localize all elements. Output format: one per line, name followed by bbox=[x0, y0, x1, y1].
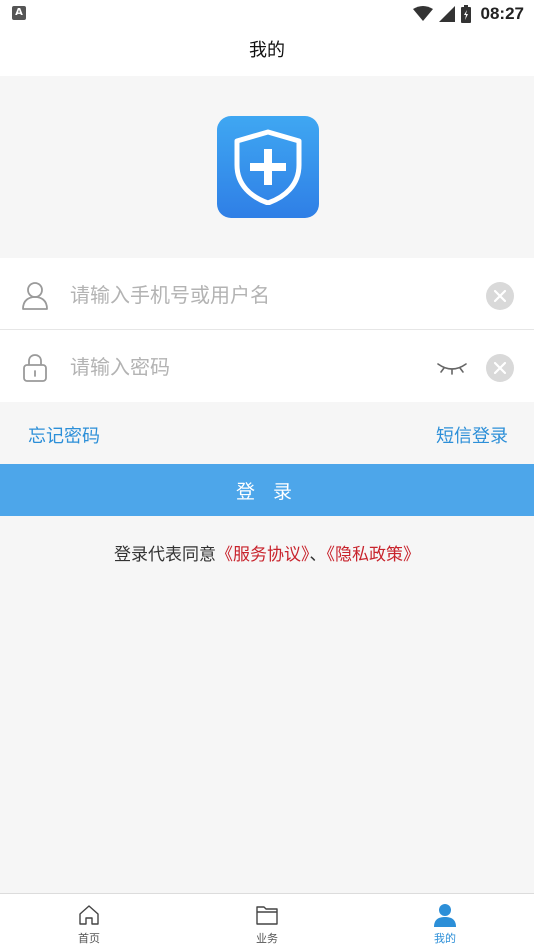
tab-mine-label: 我的 bbox=[434, 932, 456, 945]
status-bar: A 08:27 bbox=[0, 0, 534, 28]
app-logo bbox=[217, 116, 319, 218]
user-icon bbox=[434, 904, 456, 927]
agreement-separator: 、 bbox=[309, 545, 327, 565]
battery-icon bbox=[460, 5, 471, 23]
notification-badge: A bbox=[12, 6, 26, 20]
password-row bbox=[0, 330, 534, 402]
shield-plus-icon bbox=[234, 129, 302, 205]
status-time: 08:27 bbox=[480, 4, 524, 23]
auth-links: 忘记密码 短信登录 bbox=[0, 402, 534, 464]
toggle-password-visibility-button[interactable] bbox=[436, 356, 468, 378]
close-icon bbox=[494, 362, 506, 374]
tab-home[interactable]: 首页 bbox=[0, 894, 178, 950]
agreement-text: 登录代表同意《服务协议》、《隐私政策》 bbox=[0, 540, 534, 565]
password-input[interactable] bbox=[70, 350, 410, 384]
service-agreement-link[interactable]: 《服务协议》 bbox=[216, 545, 310, 565]
login-form bbox=[0, 258, 534, 402]
status-icons: 08:27 bbox=[412, 3, 524, 25]
sms-login-link[interactable]: 短信登录 bbox=[436, 422, 508, 448]
agreement-prefix: 登录代表同意 bbox=[114, 545, 216, 565]
bottom-tab-bar: 首页 业务 我的 bbox=[0, 893, 534, 950]
clear-password-button[interactable] bbox=[486, 354, 514, 382]
user-icon bbox=[22, 282, 48, 310]
username-input[interactable] bbox=[70, 278, 410, 312]
eye-closed-icon bbox=[437, 363, 467, 375]
hero-section bbox=[0, 76, 534, 258]
forgot-password-link[interactable]: 忘记密码 bbox=[28, 422, 100, 448]
page-title: 我的 bbox=[0, 28, 534, 76]
tab-mine[interactable]: 我的 bbox=[356, 894, 534, 950]
clear-username-button[interactable] bbox=[486, 282, 514, 310]
lock-icon bbox=[23, 354, 47, 382]
wifi-icon bbox=[412, 6, 433, 21]
home-icon bbox=[79, 905, 99, 925]
tab-business-label: 业务 bbox=[256, 932, 278, 945]
tab-business[interactable]: 业务 bbox=[178, 894, 356, 950]
folder-icon bbox=[256, 906, 278, 925]
tab-home-label: 首页 bbox=[78, 932, 100, 945]
username-row bbox=[0, 258, 534, 330]
close-icon bbox=[494, 290, 506, 302]
login-button[interactable]: 登 录 bbox=[0, 464, 534, 516]
privacy-policy-link[interactable]: 《隐私政策》 bbox=[327, 545, 421, 565]
cellular-signal-icon bbox=[438, 6, 455, 22]
